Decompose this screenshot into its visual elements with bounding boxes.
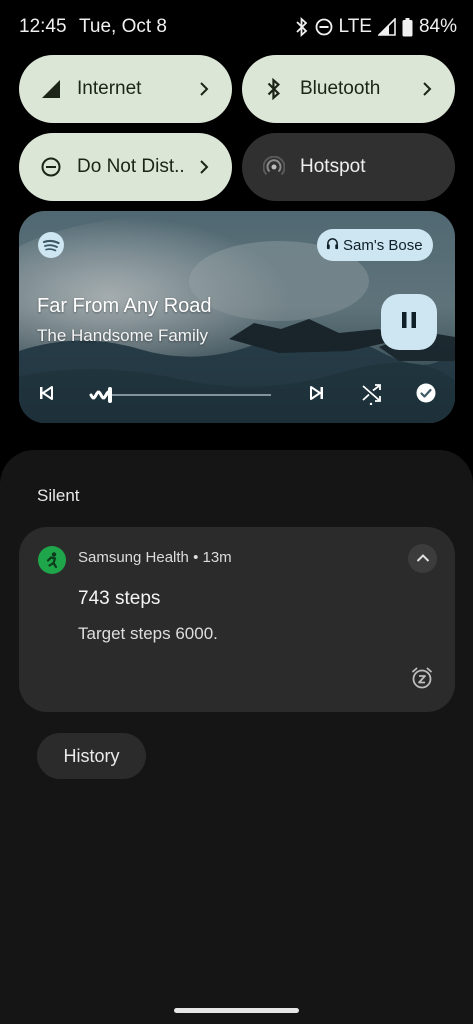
notification-text: Target steps 6000. [78, 624, 218, 643]
status-icons: LTE 84% [295, 15, 457, 39]
home-gesture-bar[interactable] [174, 1008, 299, 1013]
shuffle-button[interactable] [358, 381, 386, 409]
history-button[interactable]: History [37, 733, 146, 779]
headphones-icon [326, 237, 339, 254]
tile-label: Hotspot [300, 156, 366, 177]
signal-icon [39, 77, 63, 101]
next-button[interactable] [303, 381, 331, 409]
notification-header: Samsung Health • 13m [78, 549, 232, 566]
do-not-disturb-icon [315, 18, 333, 36]
network-type: LTE [338, 16, 372, 37]
chevron-right-icon [196, 81, 212, 97]
status-bar: 12:45 Tue, Oct 8 LTE 84% [0, 0, 473, 54]
status-time: 12:45 [19, 16, 67, 37]
hotspot-icon [262, 155, 286, 179]
bluetooth-icon [295, 17, 309, 37]
snooze-button[interactable] [409, 667, 435, 693]
battery-percent: 84% [418, 16, 457, 37]
tile-label: Bluetooth [300, 78, 381, 99]
tile-do-not-disturb[interactable]: Do Not Dist.. [19, 133, 232, 201]
chevron-up-icon [416, 550, 430, 568]
tile-hotspot[interactable]: Hotspot [242, 133, 455, 201]
output-device-label: Sam's Bose [343, 236, 423, 254]
chevron-right-icon [419, 81, 435, 97]
notification-title: 743 steps [78, 588, 161, 609]
media-player[interactable]: Sam's Bose Far From Any Road The Handsom… [19, 211, 455, 423]
shuffle-icon [361, 381, 383, 410]
pause-icon [401, 311, 417, 334]
tile-internet[interactable]: Internet [19, 55, 232, 123]
notification-app-name: Samsung Health [78, 549, 189, 566]
previous-button[interactable] [32, 381, 60, 409]
status-date: Tue, Oct 8 [79, 16, 167, 37]
notification-time: 13m [202, 549, 232, 566]
do-not-disturb-icon [39, 155, 63, 179]
collapse-button[interactable] [408, 544, 437, 573]
previous-icon [38, 385, 54, 406]
battery-icon [402, 17, 413, 37]
next-icon [309, 385, 325, 406]
chevron-right-icon [196, 159, 212, 175]
section-header-silent: Silent [37, 486, 80, 505]
tile-label: Do Not Dist.. [77, 156, 185, 177]
song-title: Far From Any Road [37, 295, 212, 317]
seek-bar[interactable] [89, 384, 273, 406]
artist-name: The Handsome Family [37, 326, 209, 345]
signal-icon [377, 18, 396, 36]
pause-button[interactable] [381, 294, 437, 350]
saved-button[interactable] [412, 381, 440, 409]
tile-bluetooth[interactable]: Bluetooth [242, 55, 455, 123]
notification-card[interactable]: Samsung Health • 13m 743 steps Target st… [19, 527, 455, 712]
saved-check-icon [416, 383, 436, 408]
output-device-chip[interactable]: Sam's Bose [317, 229, 433, 261]
tile-label: Internet [77, 78, 142, 99]
bluetooth-icon [262, 77, 286, 101]
samsung-health-icon [38, 546, 66, 574]
snooze-icon [410, 666, 434, 695]
spotify-icon [38, 232, 64, 258]
bullet-separator: • [193, 549, 203, 566]
